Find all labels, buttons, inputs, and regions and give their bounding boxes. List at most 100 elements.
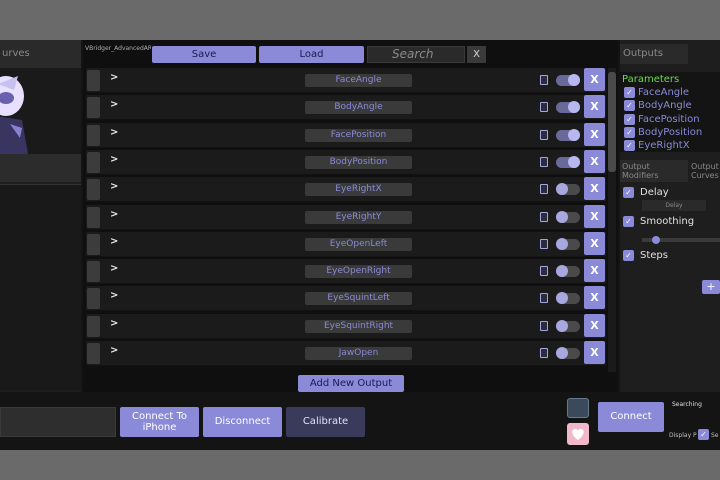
copy-icon[interactable] [540,348,548,358]
outputs-tab[interactable]: Outputs [620,44,688,64]
add-modifier-button[interactable]: + [702,280,720,294]
tab-output-modifiers[interactable]: Output Modifiers [620,160,688,182]
expand-chevron-icon[interactable]: > [110,290,118,301]
delete-output-button[interactable]: X [584,149,605,173]
output-row[interactable]: > FaceAngle X [86,68,606,93]
output-row[interactable]: > EyeSquintRight X [86,313,606,339]
modifier-smoothing[interactable]: ✓ Smoothing [623,215,720,229]
delete-output-button[interactable]: X [584,204,605,228]
output-row[interactable]: > BodyAngle X [86,95,606,121]
delete-output-button[interactable]: X [584,95,605,119]
copy-icon[interactable] [540,238,548,249]
parameter-item[interactable]: ✓ BodyAngle [624,99,720,112]
modifier-checkbox[interactable]: ✓ [623,216,634,227]
copy-icon[interactable] [540,102,548,113]
output-name[interactable]: EyeOpenLeft [305,237,412,251]
output-row[interactable]: > FacePosition X [86,122,606,148]
drag-handle-icon[interactable] [87,206,100,228]
expand-chevron-icon[interactable]: > [110,209,118,220]
output-name[interactable]: FaceAngle [305,74,412,87]
drag-handle-icon[interactable] [87,97,100,119]
expand-chevron-icon[interactable]: > [110,345,118,356]
search-input[interactable]: Search [367,46,465,63]
output-name[interactable]: EyeSquintLeft [305,292,412,306]
modifier-checkbox[interactable]: ✓ [623,187,634,198]
delete-output-button[interactable]: X [584,231,605,255]
output-name[interactable]: BodyPosition [305,155,412,169]
parameter-checkbox[interactable]: ✓ [624,140,635,152]
load-button[interactable]: Load [259,46,364,63]
output-toggle[interactable] [556,292,580,305]
output-name[interactable]: EyeRightX [305,183,412,197]
output-row[interactable]: > EyeRightX X [86,177,606,203]
tab-output-curves[interactable]: Output Curves [689,160,720,182]
drag-handle-icon[interactable] [87,70,100,91]
output-name[interactable]: BodyAngle [305,101,412,115]
output-row[interactable]: > EyeOpenRight X [86,259,606,285]
drag-handle-icon[interactable] [87,179,100,201]
slider-knob[interactable] [652,236,660,244]
ip-address-input[interactable] [0,407,116,437]
copy-icon[interactable] [540,129,548,140]
copy-icon[interactable] [540,293,548,304]
connect-button[interactable]: Connect [598,402,664,432]
copy-icon[interactable] [540,211,548,222]
parameter-checkbox[interactable]: ✓ [624,87,635,98]
smoothing-slider[interactable] [642,236,720,244]
output-toggle[interactable] [556,183,580,196]
output-row[interactable]: > BodyPosition X [86,149,606,175]
copy-icon[interactable] [540,184,548,195]
output-toggle[interactable] [556,155,580,168]
delete-output-button[interactable]: X [584,68,605,91]
calibrate-button[interactable]: Calibrate [286,407,365,437]
parameter-item[interactable]: ✓ BodyPosition [624,126,720,139]
expand-chevron-icon[interactable]: > [110,99,118,110]
copy-icon[interactable] [540,75,548,85]
scrollbar-thumb[interactable] [608,72,616,172]
delete-output-button[interactable]: X [584,313,605,337]
output-name[interactable]: EyeSquintRight [305,319,412,333]
modifier-steps[interactable]: ✓ Steps [623,249,720,263]
delete-output-button[interactable]: X [584,177,605,201]
drag-handle-icon[interactable] [87,315,100,337]
delay-field[interactable]: Delay [642,200,706,211]
drag-handle-icon[interactable] [87,343,100,364]
delete-output-button[interactable]: X [584,341,605,364]
output-toggle[interactable] [556,128,580,141]
drag-handle-icon[interactable] [87,288,100,310]
connect-to-iphone-button[interactable]: Connect To iPhone [120,407,199,437]
parameter-item[interactable]: ✓ FaceAngle [624,86,720,99]
output-toggle[interactable] [556,347,580,359]
output-toggle[interactable] [556,101,580,114]
output-name[interactable]: EyeOpenRight [305,265,412,279]
copy-icon[interactable] [540,266,548,277]
output-toggle[interactable] [556,237,580,250]
output-row[interactable]: > JawOpen X [86,341,606,366]
delete-output-button[interactable]: X [584,259,605,283]
add-new-output-button[interactable]: Add New Output [298,375,404,392]
drag-handle-icon[interactable] [87,233,100,255]
display-checkbox[interactable]: ✓ [698,429,709,440]
output-row[interactable]: > EyeSquintLeft X [86,286,606,312]
delete-output-button[interactable]: X [584,286,605,310]
drag-handle-icon[interactable] [87,124,100,146]
expand-chevron-icon[interactable]: > [110,263,118,274]
output-row[interactable]: > EyeRightY X [86,204,606,230]
output-name[interactable]: FacePosition [305,128,412,142]
expand-chevron-icon[interactable]: > [110,181,118,192]
modifier-checkbox[interactable]: ✓ [623,250,634,261]
parameter-item[interactable]: ✓ FacePosition [624,113,720,126]
expand-chevron-icon[interactable]: > [110,127,118,138]
output-toggle[interactable] [556,74,580,86]
drag-handle-icon[interactable] [87,151,100,173]
parameter-item[interactable]: ✓ EyeRightX [624,139,720,152]
expand-chevron-icon[interactable]: > [110,72,118,83]
output-name[interactable]: EyeRightY [305,210,412,224]
curves-tab[interactable]: urves [0,40,81,68]
output-toggle[interactable] [556,210,580,223]
vtube-studio-icon[interactable] [567,398,589,418]
output-name[interactable]: JawOpen [305,347,412,360]
parameter-checkbox[interactable]: ✓ [624,126,635,138]
expand-chevron-icon[interactable]: > [110,154,118,165]
output-toggle[interactable] [556,265,580,278]
